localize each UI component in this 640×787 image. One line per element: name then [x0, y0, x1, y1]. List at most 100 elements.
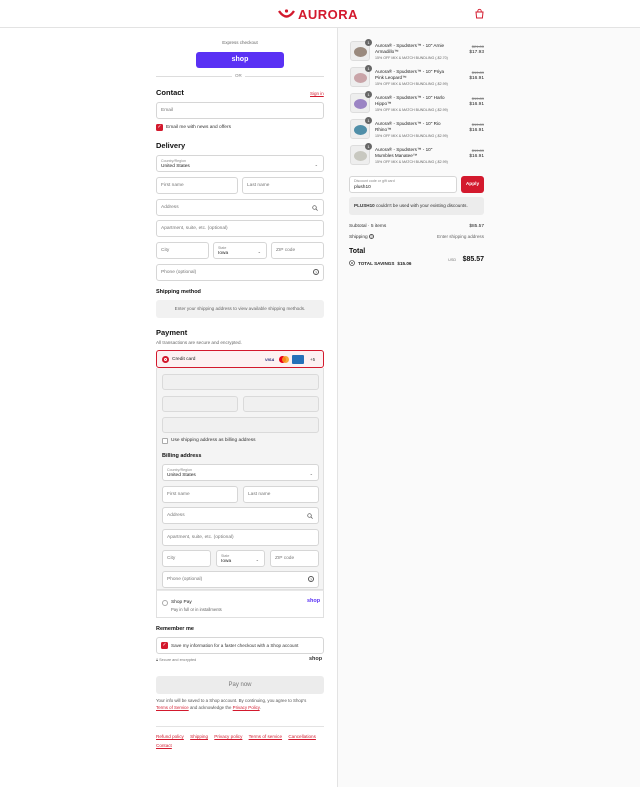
- save-info-checkbox[interactable]: ✓: [161, 642, 168, 649]
- product-name: Aurora® - Spudsters™ - 10" Mumbles Manat…: [375, 147, 433, 158]
- legal-period: .: [259, 704, 261, 710]
- shop-pay-option[interactable]: Shop Pay Pay in full or in installments …: [156, 590, 324, 618]
- billing-city-field[interactable]: City: [162, 550, 211, 567]
- product-name: Aurora® - Spudsters™ - 10" Harlo Hippo™: [375, 95, 445, 106]
- shipping-summary-value: Enter shipping address: [437, 234, 484, 239]
- privacy-policy-link[interactable]: Privacy policy: [214, 734, 242, 739]
- address-placeholder: Address: [161, 205, 179, 210]
- quantity-badge: 1: [365, 143, 372, 150]
- billing-phone-field[interactable]: Phone (optional) ?: [162, 571, 319, 588]
- apartment-field[interactable]: Apartment, suite, etc. (optional): [156, 220, 324, 237]
- legal-text: Your info will be saved to a Shop accoun…: [156, 698, 324, 711]
- city-field[interactable]: City: [156, 242, 209, 259]
- expiry-field[interactable]: [162, 396, 238, 412]
- billing-zip-field[interactable]: ZIP code: [270, 550, 319, 567]
- terms-of-service-link[interactable]: Terms of service: [249, 734, 282, 739]
- discount-value: plush10: [354, 185, 371, 190]
- shipping-summary-text: Shipping: [349, 234, 368, 240]
- product-thumbnail: 1: [350, 143, 372, 165]
- help-icon[interactable]: ?: [308, 576, 314, 582]
- product-thumbnail: 1: [350, 39, 372, 61]
- billing-address-field[interactable]: Address: [162, 507, 319, 524]
- quantity-badge: 1: [365, 39, 372, 46]
- product-discount: 15% OFF MIX & MATCH BUNDLING (-$2.99): [375, 160, 448, 164]
- last-name-field[interactable]: Last name: [242, 177, 324, 194]
- apply-button[interactable]: Apply: [461, 176, 484, 193]
- search-icon: [307, 513, 313, 519]
- privacy-link[interactable]: Privacy Policy: [233, 705, 260, 710]
- country-value: United States: [161, 163, 190, 169]
- billing-last-name-field[interactable]: Last name: [243, 486, 319, 503]
- help-icon[interactable]: ?: [313, 269, 319, 275]
- total-savings: TOTAL SAVINGS $15.06: [349, 260, 411, 266]
- shopping-bag-icon[interactable]: [474, 8, 485, 19]
- phone-field[interactable]: Phone (optional) ?: [156, 264, 324, 281]
- discount-field[interactable]: Discount code or gift card plush10: [349, 176, 457, 193]
- legal-text-1: Your info will be saved to a Shop accoun…: [156, 698, 307, 703]
- more-cards-badge: +5: [310, 357, 316, 362]
- radio-unselected-icon: [162, 600, 168, 606]
- product-image: [354, 125, 367, 135]
- billing-country-value: United States: [167, 472, 196, 478]
- card-number-field[interactable]: [162, 374, 319, 390]
- aurora-logo-icon: [278, 9, 295, 18]
- contact-title: Contact: [156, 88, 184, 97]
- chevron-down-icon: ⌄: [257, 249, 261, 254]
- billing-apartment-field[interactable]: Apartment, suite, etc. (optional): [162, 529, 319, 546]
- product-discount: 15% OFF MIX & MATCH BUNDLING (-$2.99): [375, 108, 448, 112]
- shop-pay-express-button[interactable]: shop: [196, 52, 284, 68]
- secure-text: Secure and encrypted: [159, 658, 197, 662]
- discount-error-text: couldn't be used with your existing disc…: [374, 203, 468, 208]
- original-price: $19.89: [471, 122, 484, 127]
- product-discount: 15% OFF MIX & MATCH BUNDLING (-$2.70): [375, 56, 448, 60]
- product-image: [354, 47, 367, 57]
- footer-divider: [156, 726, 324, 727]
- billing-address-title: Billing address: [162, 453, 202, 459]
- sale-price: $17.93: [469, 50, 484, 55]
- subtotal-label: Subtotal · 5 items: [349, 224, 387, 229]
- original-price: $21.00: [471, 44, 484, 49]
- pay-now-button[interactable]: Pay now: [156, 676, 324, 694]
- product-thumbnail: 1: [350, 65, 372, 87]
- first-name-field[interactable]: First name: [156, 177, 238, 194]
- mastercard-icon: [279, 356, 289, 363]
- sale-price: $16.91: [469, 102, 484, 107]
- contact-link[interactable]: Contact: [156, 743, 172, 748]
- payment-subtitle: All transactions are secure and encrypte…: [156, 340, 242, 345]
- product-discount: 15% OFF MIX & MATCH BUNDLING (-$2.99): [375, 82, 448, 86]
- zip-field[interactable]: ZIP code: [271, 242, 324, 259]
- billing-first-name-field[interactable]: First name: [162, 486, 238, 503]
- sign-in-link[interactable]: Sign in: [310, 91, 324, 96]
- same-address-label: Use shipping address as billing address: [171, 438, 256, 443]
- email-field[interactable]: Email: [156, 102, 324, 119]
- same-address-checkbox[interactable]: [162, 438, 168, 444]
- brand-logo[interactable]: AURORA: [278, 5, 358, 23]
- lock-icon: 🔒︎: [156, 658, 159, 662]
- billing-state-value: Iowa: [221, 558, 232, 564]
- shipping-link[interactable]: Shipping: [190, 734, 208, 739]
- header: AURORA: [0, 0, 640, 28]
- refund-policy-link[interactable]: Refund policy: [156, 734, 184, 739]
- shop-pay-label: Shop Pay: [171, 600, 192, 605]
- amex-icon: [292, 355, 304, 364]
- country-select[interactable]: Country/Region United States ⌄: [156, 155, 324, 172]
- news-checkbox[interactable]: ✓: [156, 124, 163, 131]
- chevron-down-icon: ⌄: [309, 471, 313, 476]
- help-icon[interactable]: ?: [369, 234, 375, 239]
- product-name: Aurora® - Spudsters™ - 10" Priya Pink Le…: [375, 69, 445, 80]
- cancellations-link[interactable]: Cancellations: [288, 734, 316, 739]
- billing-address-placeholder: Address: [167, 513, 185, 518]
- state-select[interactable]: State Iowa ⌄: [213, 242, 267, 259]
- credit-card-option[interactable]: Credit card VISA +5: [156, 350, 324, 368]
- express-checkout-title: Express checkout: [222, 40, 258, 45]
- terms-link[interactable]: Terms of Service: [156, 705, 189, 710]
- original-price: $19.89: [471, 148, 484, 153]
- security-code-field[interactable]: [243, 396, 319, 412]
- radio-selected-icon: [162, 356, 169, 363]
- address-field[interactable]: Address: [156, 199, 324, 216]
- name-on-card-field[interactable]: [162, 417, 319, 433]
- billing-country-select[interactable]: Country/Region United States ⌄: [162, 464, 319, 481]
- save-info-box[interactable]: ✓ Save my information for a faster check…: [156, 637, 324, 654]
- billing-state-select[interactable]: State Iowa ⌄: [216, 550, 265, 567]
- product-image: [354, 73, 367, 83]
